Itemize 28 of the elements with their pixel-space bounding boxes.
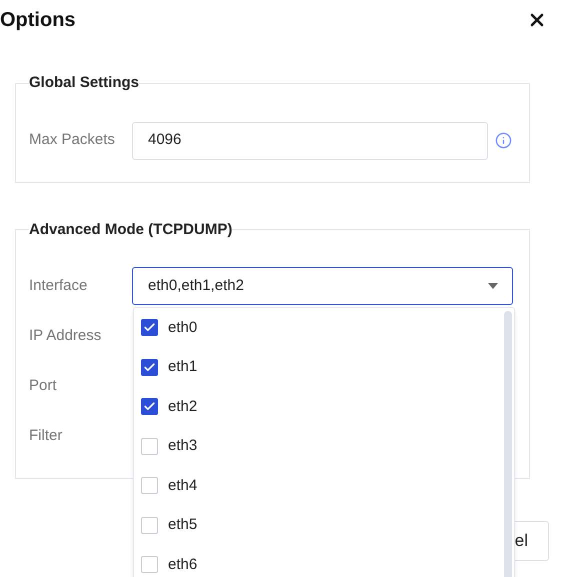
info-icon[interactable] (495, 132, 512, 149)
caret-icon (488, 283, 498, 289)
checkbox[interactable] (141, 556, 158, 574)
checkbox[interactable] (141, 438, 158, 455)
input-field[interactable]: 4096 (132, 122, 488, 160)
dropdown-option[interactable]: eth4 (141, 474, 198, 497)
checkbox[interactable] (141, 477, 158, 494)
field-label: Filter (29, 426, 64, 446)
dialog-title: Options (0, 8, 76, 33)
field-label: Max Packets (29, 130, 116, 150)
dropdown-option[interactable]: eth6 (141, 554, 198, 576)
group-legend: Global Settings (29, 72, 140, 94)
scrollbar[interactable] (504, 311, 512, 577)
checkbox[interactable] (141, 516, 158, 534)
dropdown-option[interactable]: eth5 (141, 514, 198, 536)
checkbox[interactable] (141, 398, 158, 416)
check-icon (143, 360, 156, 374)
field-label: Port (29, 376, 58, 396)
dropdown-option[interactable]: eth2 (141, 396, 198, 418)
dropdown-option[interactable]: eth1 (141, 356, 198, 378)
field-label: IP Address (29, 326, 102, 346)
checkbox[interactable] (141, 358, 158, 376)
dropdown-option[interactable]: eth0 (141, 316, 198, 339)
dropdown-option[interactable]: eth3 (141, 435, 198, 458)
checkbox[interactable] (141, 319, 158, 336)
field-label: Interface (29, 276, 88, 296)
group-legend: Advanced Mode (TCPDUMP) (29, 218, 232, 241)
select-field[interactable]: eth0,eth1,eth2 (132, 267, 513, 305)
